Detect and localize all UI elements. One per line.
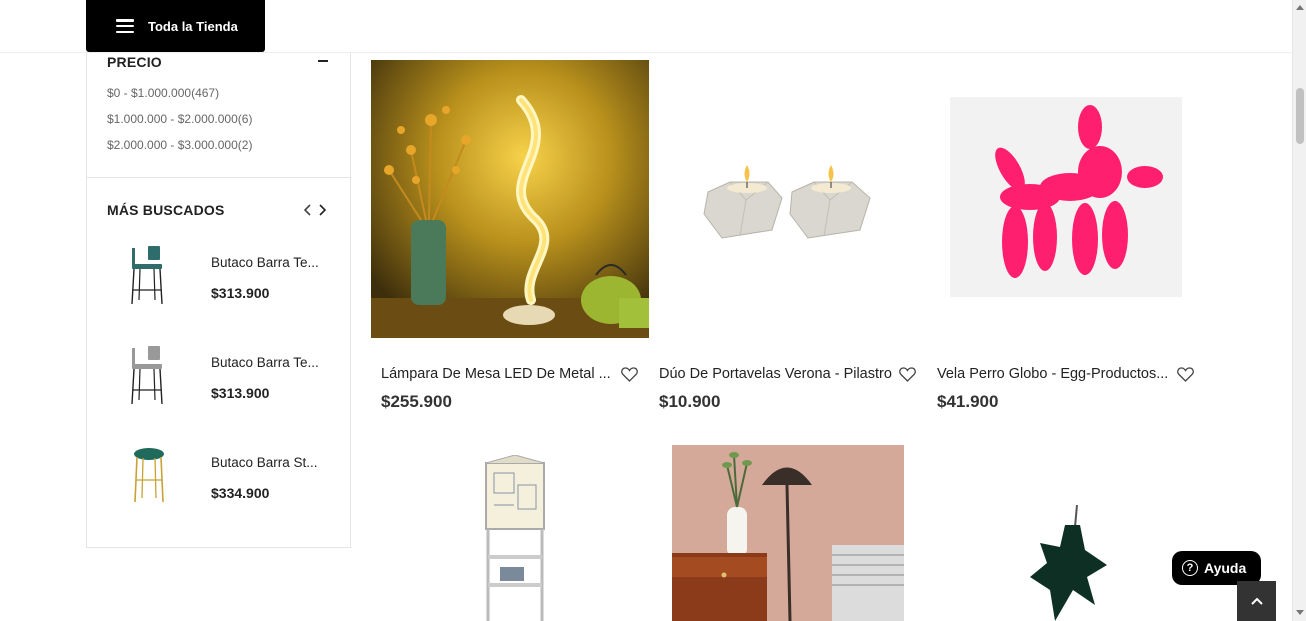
stool-image — [112, 440, 182, 510]
stool-image — [112, 240, 182, 310]
product-image-candles[interactable] — [700, 160, 880, 250]
scroll-down-arrow-icon[interactable] — [1296, 610, 1304, 615]
price-range-0[interactable]: $0 - $1.000.000(467) — [107, 86, 219, 100]
product-image-floor-lamp-room[interactable] — [672, 445, 904, 621]
product-image-balloon-dog[interactable] — [950, 97, 1182, 297]
price-range-1[interactable]: $1.000.000 - $2.000.000(6) — [107, 112, 252, 126]
product-price: $255.900 — [381, 392, 452, 411]
list-item[interactable]: Butaco Barra Te... $313.900 — [87, 235, 350, 315]
heart-icon[interactable] — [899, 367, 916, 382]
list-item[interactable]: Butaco Barra Te... $313.900 — [87, 335, 350, 415]
all-store-menu-label: Toda la Tienda — [148, 18, 238, 34]
collapse-icon[interactable] — [318, 60, 328, 62]
heart-icon[interactable] — [621, 367, 638, 382]
mini-item-name[interactable]: Butaco Barra Te... — [211, 255, 331, 270]
all-store-menu-button[interactable]: Toda la Tienda — [86, 0, 265, 52]
scroll-thumb[interactable] — [1296, 88, 1304, 144]
product-price: $41.900 — [937, 392, 999, 411]
price-filter-title: PRECIO — [107, 54, 162, 70]
product-price: $10.900 — [659, 392, 721, 411]
list-item[interactable]: Butaco Barra St... $334.900 — [87, 435, 350, 515]
sidebar: PRECIO $0 - $1.000.000(467) $1.000.000 -… — [86, 53, 351, 548]
product-title[interactable]: Vela Perro Globo - Egg-Productos... — [937, 366, 1177, 382]
product-image-dark-candle[interactable] — [1025, 505, 1107, 621]
product-title[interactable]: Dúo De Portavelas Verona - Pilastro — [659, 366, 899, 382]
mini-item-name[interactable]: Butaco Barra St... — [211, 455, 331, 470]
product-title[interactable]: Lámpara De Mesa LED De Metal ... — [381, 366, 613, 382]
heart-icon[interactable] — [1177, 367, 1194, 382]
question-icon: ? — [1182, 560, 1198, 576]
mini-item-price: $334.900 — [211, 485, 270, 501]
product-image-floor-lamp[interactable] — [480, 455, 550, 621]
product-image-lamp[interactable] — [371, 60, 649, 338]
chevron-up-icon — [1250, 597, 1263, 605]
mini-item-price: $313.900 — [211, 385, 270, 401]
page-scrollbar[interactable] — [1292, 0, 1306, 621]
back-to-top-button[interactable] — [1237, 581, 1276, 621]
stool-image — [112, 340, 182, 410]
chevron-right-icon[interactable] — [317, 203, 329, 217]
hamburger-icon — [116, 19, 134, 33]
price-filter-section: PRECIO $0 - $1.000.000(467) $1.000.000 -… — [87, 53, 350, 178]
most-searched-title: MÁS BUSCADOS — [107, 202, 225, 218]
scroll-up-arrow-icon[interactable] — [1296, 5, 1304, 10]
help-label: Ayuda — [1204, 560, 1247, 576]
help-button[interactable]: ? Ayuda — [1172, 551, 1261, 585]
chevron-left-icon[interactable] — [303, 203, 315, 217]
mini-item-price: $313.900 — [211, 285, 270, 301]
price-range-2[interactable]: $2.000.000 - $3.000.000(2) — [107, 138, 252, 152]
mini-item-name[interactable]: Butaco Barra Te... — [211, 355, 331, 370]
